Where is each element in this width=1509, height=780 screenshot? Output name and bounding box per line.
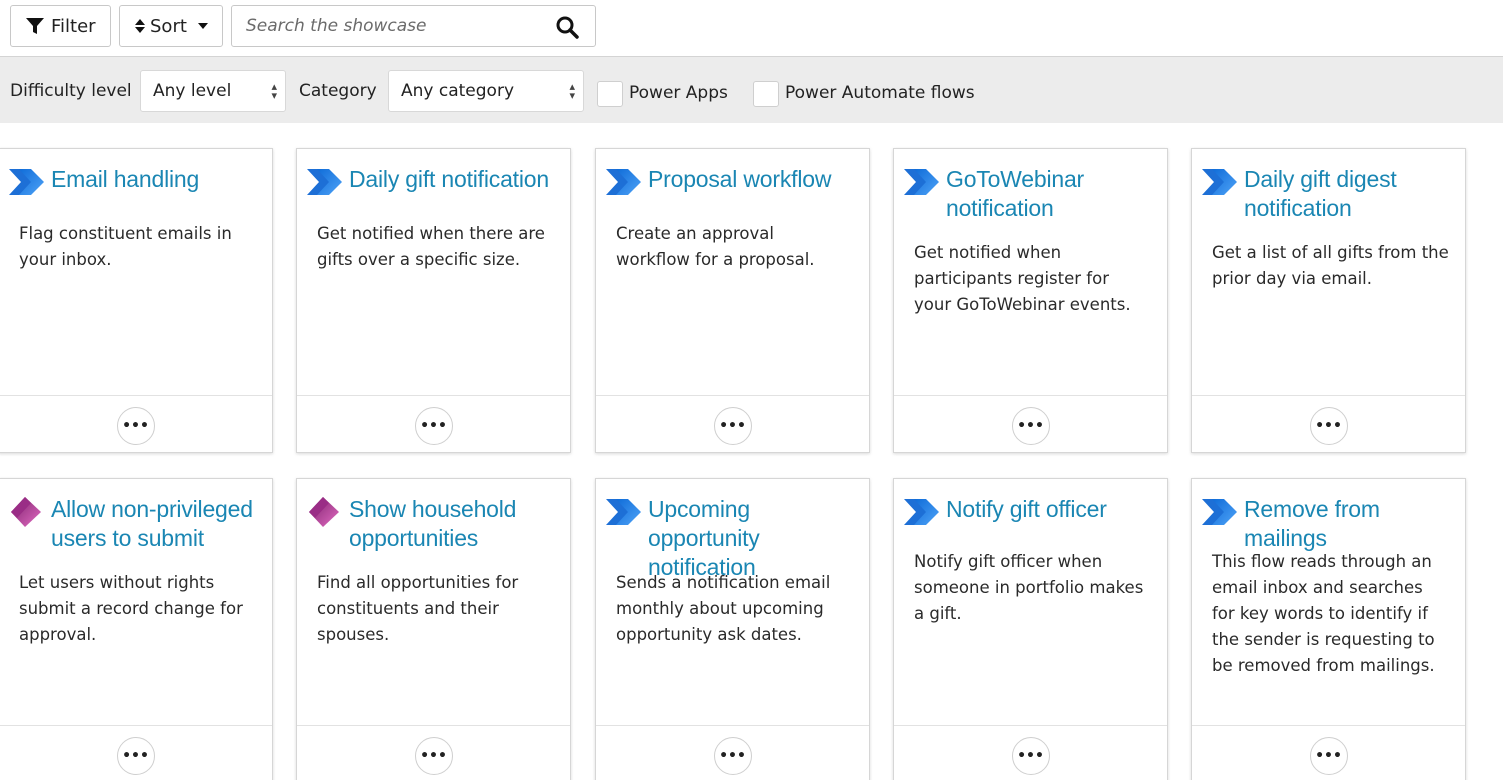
power-apps-icon [309,497,339,527]
showcase-card[interactable]: Upcoming opportunity notification Sends … [595,478,870,780]
power-automate-icon [904,499,939,525]
sort-button-label: Sort [150,15,187,37]
sort-button[interactable]: Sort [119,5,223,47]
category-label: Category [299,81,377,101]
card-title[interactable]: GoToWebinar notification [946,165,1157,223]
power-automate-icon [606,499,641,525]
filter-button-label: Filter [51,15,96,37]
card-title[interactable]: Proposal workflow [648,165,859,194]
card-description: Get a list of all gifts from the prior d… [1212,243,1449,288]
card-description: Let users without rights submit a record… [19,573,243,644]
card-footer: ••• [297,395,570,452]
card-header: Upcoming opportunity notification [606,495,859,582]
card-title[interactable]: Daily gift digest notification [1244,165,1455,223]
card-title[interactable]: Upcoming opportunity notification [648,495,859,582]
card-title[interactable]: Notify gift officer [946,495,1157,524]
more-options-button[interactable]: ••• [713,737,752,775]
showcase-card[interactable]: Proposal workflow Create an approval wor… [595,148,870,453]
card-footer: ••• [1192,725,1465,780]
power-apps-icon [11,497,41,527]
category-select[interactable]: Any category ▴ ▾ [388,70,584,112]
power-automate-icon [307,169,342,195]
showcase-card[interactable]: Daily gift digest notification Get a lis… [1191,148,1466,453]
card-header: Daily gift digest notification [1202,165,1455,223]
more-options-button[interactable]: ••• [116,407,155,445]
power-automate-icon [606,169,641,195]
card-footer: ••• [894,395,1167,452]
showcase-card[interactable]: GoToWebinar notification Get notified wh… [893,148,1168,453]
category-select-value: Any category [401,81,514,101]
showcase-card[interactable]: Show household opportunities Find all op… [296,478,571,780]
card-description: Flag constituent emails in your inbox. [19,224,232,269]
card-description: Notify gift officer when someone in port… [914,552,1144,623]
card-footer: ••• [894,725,1167,780]
power-apps-checkbox[interactable] [597,81,623,107]
select-arrows-icon: ▴ ▾ [271,80,277,102]
card-description: Get notified when there are gifts over a… [317,224,545,269]
card-footer: ••• [0,395,272,452]
card-description: Create an approval workflow for a propos… [616,224,815,269]
card-header: Remove from mailings [1202,495,1455,553]
card-title[interactable]: Daily gift notification [349,165,560,194]
power-automate-icon [904,169,939,195]
more-options-button[interactable]: ••• [116,737,155,775]
card-footer: ••• [596,725,869,780]
more-options-button[interactable]: ••• [414,407,453,445]
more-options-button[interactable]: ••• [414,737,453,775]
difficulty-label: Difficulty level [10,81,132,101]
more-options-button[interactable]: ••• [1011,407,1050,445]
card-description: Sends a notification email monthly about… [616,573,831,644]
difficulty-select[interactable]: Any level ▴ ▾ [140,70,286,112]
card-description: Get notified when participants register … [914,243,1131,314]
power-automate-icon [1202,169,1237,195]
card-footer: ••• [596,395,869,452]
sort-icon [135,19,145,33]
card-title[interactable]: Show household opportunities [349,495,560,553]
filter-bar: Difficulty level Any level ▴ ▾ Category A… [0,56,1503,123]
difficulty-select-value: Any level [153,81,232,101]
select-arrows-icon: ▴ ▾ [569,80,575,102]
showcase-card[interactable]: Remove from mailings This flow reads thr… [1191,478,1466,780]
card-header: Notify gift officer [904,495,1157,525]
showcase-card[interactable]: Notify gift officer Notify gift officer … [893,478,1168,780]
showcase-card[interactable]: Allow non-privileged users to submit Let… [0,478,273,780]
more-options-button[interactable]: ••• [1011,737,1050,775]
card-footer: ••• [297,725,570,780]
showcase-card[interactable]: Daily gift notification Get notified whe… [296,148,571,453]
filter-icon [26,18,44,34]
card-header: GoToWebinar notification [904,165,1157,223]
power-automate-icon [9,169,44,195]
power-apps-label: Power Apps [629,83,728,103]
search-input[interactable] [246,16,546,36]
card-title[interactable]: Email handling [51,165,262,194]
more-options-button[interactable]: ••• [1309,407,1348,445]
card-header: Proposal workflow [606,165,859,195]
card-header: Allow non-privileged users to submit [9,495,262,553]
card-header: Email handling [9,165,262,195]
more-options-button[interactable]: ••• [1309,737,1348,775]
power-automate-icon [1202,499,1237,525]
toolbar: Filter Sort [0,0,1509,56]
card-description: This flow reads through an email inbox a… [1212,552,1435,675]
filter-button[interactable]: Filter [10,5,111,47]
card-description: Find all opportunities for constituents … [317,573,519,644]
chevron-down-icon [197,23,208,29]
power-automate-checkbox[interactable] [753,81,779,107]
card-footer: ••• [1192,395,1465,452]
power-automate-label: Power Automate flows [785,83,975,103]
card-footer: ••• [0,725,272,780]
card-title[interactable]: Allow non-privileged users to submit [51,495,262,553]
card-title[interactable]: Remove from mailings [1244,495,1455,553]
search-box [231,5,596,47]
card-header: Daily gift notification [307,165,560,195]
search-icon[interactable] [555,15,579,39]
showcase-card[interactable]: Email handling Flag constituent emails i… [0,148,273,453]
more-options-button[interactable]: ••• [713,407,752,445]
card-header: Show household opportunities [307,495,560,553]
